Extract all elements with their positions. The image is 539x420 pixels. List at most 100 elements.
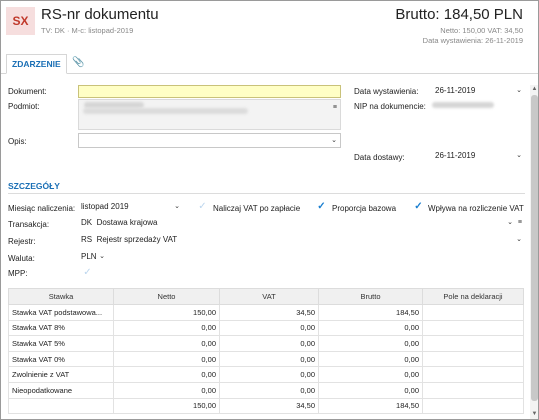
cell-vat[interactable]: 0,00 (219, 366, 319, 383)
table-row[interactable]: Stawka VAT 0% 0,00 0,00 0,00 (8, 350, 524, 368)
wplywa-label: Wpływa na rozliczenie VAT (428, 204, 524, 213)
tab-bar: ZDARZENIE 📎 (1, 54, 538, 74)
column-header-stawka[interactable]: Stawka (8, 288, 114, 305)
miesiac-label: Miesiąc naliczenia: (8, 204, 76, 213)
cell-stawka: Zwolnienie z VAT (8, 366, 114, 383)
document-type-logo: SX (6, 7, 35, 35)
proporcja-checkbox[interactable]: ✓ (316, 201, 327, 212)
podmiot-field[interactable]: ≡ (78, 99, 341, 130)
miesiac-value: listopad 2019 (81, 202, 129, 211)
cell-pole[interactable] (422, 366, 524, 383)
transakcja-label: Transakcja: (8, 220, 50, 229)
transakcja-value: Dostawa krajowa (96, 218, 158, 227)
dokument-input[interactable] (78, 85, 341, 98)
total-brutto: 184,50 (318, 397, 423, 415)
rejestr-value: Rejestr sprzedaży VAT (96, 235, 178, 244)
chevron-down-icon[interactable]: ⌄ (516, 150, 522, 161)
cell-pole[interactable] (422, 381, 524, 399)
tab-zdarzenie[interactable]: ZDARZENIE (6, 54, 67, 74)
opis-label: Opis: (8, 137, 27, 146)
data-dostawy-picker[interactable]: 26-11-2019 ⌄ (432, 150, 525, 163)
cell-stawka: Stawka VAT podstawowa... (8, 304, 114, 321)
cell-netto[interactable]: 0,00 (113, 381, 220, 399)
mpp-checkbox[interactable]: ✓ (82, 267, 93, 278)
cell-pole[interactable] (422, 319, 524, 337)
cell-brutto[interactable]: 0,00 (318, 335, 423, 352)
cell-vat[interactable]: 0,00 (219, 381, 319, 399)
cell-vat[interactable]: 0,00 (219, 335, 319, 352)
cell-netto[interactable]: 0,00 (113, 350, 220, 368)
data-wystawienia-picker[interactable]: 26-11-2019 ⌄ (432, 85, 525, 98)
cell-netto[interactable]: 0,00 (113, 366, 220, 383)
cell-pole[interactable] (422, 304, 524, 321)
waluta-value: PLN (81, 252, 97, 261)
cell-stawka: Stawka VAT 5% (8, 335, 114, 352)
cell-brutto[interactable]: 0,00 (318, 366, 423, 383)
list-icon[interactable]: ≡ (333, 102, 337, 113)
chevron-down-icon[interactable]: ⌄ (331, 135, 337, 146)
column-header-vat[interactable]: VAT (219, 288, 319, 305)
table-row[interactable]: Stawka VAT 5% 0,00 0,00 0,00 (8, 335, 524, 352)
table-row[interactable]: Stawka VAT podstawowa... 150,00 34,50 18… (8, 304, 524, 321)
cell-brutto[interactable]: 184,50 (318, 304, 423, 321)
data-dostawy-value: 26-11-2019 (435, 151, 476, 160)
proporcja-label: Proporcja bazowa (332, 204, 397, 213)
chevron-down-icon[interactable]: ⌄ (174, 201, 180, 212)
cell-pole[interactable] (422, 350, 524, 368)
table-row[interactable]: Stawka VAT 8% 0,00 0,00 0,00 (8, 319, 524, 337)
brutto-total: Brutto: 184,50 PLN (395, 6, 523, 23)
rejestr-code: RS (81, 235, 93, 244)
document-header: SX RS-nr dokumentu TV: DK · M-c: listopa… (1, 1, 538, 49)
chevron-down-icon[interactable]: ⌄ (516, 85, 522, 96)
column-header-pole[interactable]: Pole na deklaracji (422, 288, 524, 305)
table-totals-row: 150,00 34,50 184,50 (8, 397, 524, 415)
waluta-select[interactable]: PLN ⌄ (78, 251, 108, 264)
nip-value-redacted (432, 99, 512, 111)
paperclip-icon[interactable]: 📎 (72, 57, 84, 68)
dokument-label: Dokument: (8, 87, 47, 96)
scroll-down-icon[interactable]: ▼ (530, 410, 538, 419)
table-header-row: Stawka Netto VAT Brutto Pole na deklarac… (8, 288, 524, 305)
cell-pole[interactable] (422, 335, 524, 352)
cell-brutto[interactable]: 0,00 (318, 381, 423, 399)
total-vat: 34,50 (219, 397, 319, 415)
miesiac-select[interactable]: listopad 2019 ⌄ (78, 201, 183, 214)
total-stawka (8, 397, 114, 415)
table-row[interactable]: Nieopodatkowane 0,00 0,00 0,00 (8, 381, 524, 399)
total-pole (422, 397, 524, 415)
rejestr-label: Rejestr: (8, 237, 36, 246)
chevron-down-icon[interactable]: ⌄ (516, 234, 522, 245)
vat-rates-table: Stawka Netto VAT Brutto Pole na deklarac… (8, 288, 524, 415)
mpp-label: MPP: (8, 269, 28, 278)
cell-brutto[interactable]: 0,00 (318, 350, 423, 368)
opis-input[interactable]: ⌄ (78, 133, 341, 148)
table-row[interactable]: Zwolnienie z VAT 0,00 0,00 0,00 (8, 366, 524, 383)
cell-vat[interactable]: 0,00 (219, 350, 319, 368)
vertical-scrollbar[interactable]: ▲ ▼ (530, 85, 538, 419)
column-header-netto[interactable]: Netto (113, 288, 220, 305)
cell-netto[interactable]: 0,00 (113, 319, 220, 337)
column-header-brutto[interactable]: Brutto (318, 288, 423, 305)
wplywa-checkbox[interactable]: ✓ (413, 201, 424, 212)
nalicz-vat-checkbox[interactable]: ✓ (197, 201, 208, 212)
chevron-down-icon[interactable]: ⌄ (507, 217, 513, 228)
cell-netto[interactable]: 0,00 (113, 335, 220, 352)
chevron-down-icon[interactable]: ⌄ (99, 251, 105, 262)
scroll-up-icon[interactable]: ▲ (530, 85, 538, 94)
scrollbar-thumb[interactable] (531, 95, 538, 401)
list-icon[interactable]: ≡ (518, 217, 522, 228)
transakcja-select[interactable]: DK Dostawa krajowa ⌄ ≡ (78, 217, 525, 230)
document-title: RS-nr dokumentu (41, 6, 159, 23)
szczegoly-heading: SZCZEGÓŁY (8, 181, 60, 191)
cell-brutto[interactable]: 0,00 (318, 319, 423, 337)
rejestr-select[interactable]: RS Rejestr sprzedaży VAT ⌄ (78, 234, 525, 247)
cell-netto[interactable]: 150,00 (113, 304, 220, 321)
cell-vat[interactable]: 0,00 (219, 319, 319, 337)
nip-label: NIP na dokumencie: (354, 102, 426, 111)
cell-stawka: Stawka VAT 8% (8, 319, 114, 337)
nalicz-vat-label: Naliczaj VAT po zapłacie (213, 204, 301, 213)
podmiot-address-redacted (83, 108, 248, 114)
section-divider (8, 193, 525, 194)
transakcja-code: DK (81, 218, 93, 227)
cell-vat[interactable]: 34,50 (219, 304, 319, 321)
